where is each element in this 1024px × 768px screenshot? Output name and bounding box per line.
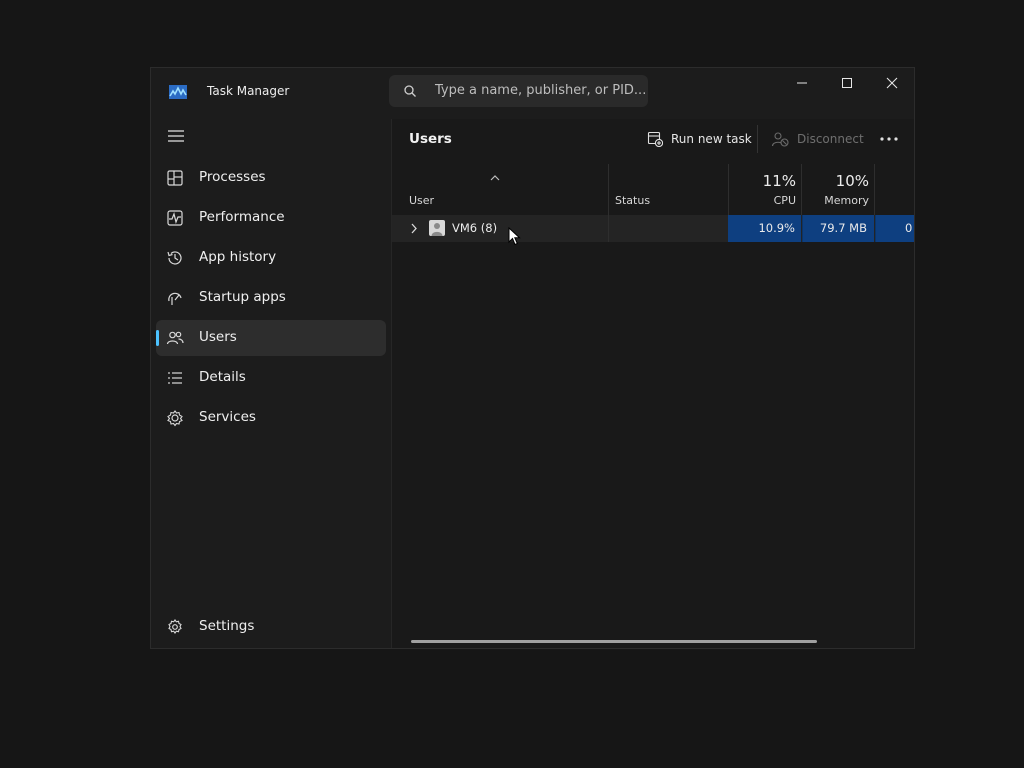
app-history-icon <box>167 251 182 265</box>
run-new-task-label: Run new task <box>671 132 752 146</box>
sidebar-item-performance[interactable]: Performance <box>156 200 386 236</box>
search-icon <box>404 85 416 97</box>
services-icon <box>167 410 183 427</box>
close-button[interactable] <box>869 68 914 98</box>
hamburger-menu-icon[interactable] <box>167 129 185 143</box>
disk-cell: 0 M <box>875 215 914 242</box>
sidebar-item-label: App history <box>199 249 277 265</box>
sidebar-item-services[interactable]: Services <box>156 400 386 436</box>
mouse-cursor-icon <box>508 227 521 246</box>
disconnect-button[interactable]: Disconnect <box>771 127 864 151</box>
startup-apps-icon <box>168 292 182 305</box>
toolbar-divider <box>757 125 758 153</box>
app-title: Task Manager <box>207 84 290 98</box>
column-header-memory[interactable]: Memory <box>801 194 869 207</box>
column-header-user[interactable]: User <box>409 194 434 207</box>
search-box[interactable]: Type a name, publisher, or PID... <box>389 75 648 107</box>
cpu-cell: 10.9% <box>728 215 801 242</box>
close-icon <box>886 77 898 89</box>
active-indicator <box>156 330 159 346</box>
settings-icon <box>168 619 182 634</box>
sidebar-item-label: Startup apps <box>199 289 286 305</box>
details-icon <box>168 372 182 384</box>
users-icon <box>166 331 184 345</box>
disconnect-label: Disconnect <box>797 132 864 146</box>
memory-cell: 79.7 MB <box>802 215 874 242</box>
sidebar-item-label: Services <box>199 409 256 425</box>
column-divider <box>608 215 609 242</box>
task-manager-window: Task Manager Type a name, publisher, or … <box>150 67 915 649</box>
maximize-icon <box>842 78 852 88</box>
minimize-icon <box>797 82 807 84</box>
processes-icon <box>167 170 183 186</box>
chevron-right-icon[interactable] <box>410 223 418 234</box>
users-page: Users Run new task Disconnect User Statu… <box>391 119 914 648</box>
run-new-task-button[interactable]: Run new task <box>647 127 752 151</box>
table-row[interactable]: VM6 (8) 10.9% 79.7 MB 0 M <box>392 215 914 242</box>
column-header-cpu[interactable]: CPU <box>728 194 796 207</box>
user-avatar-icon <box>429 220 445 236</box>
maximize-button[interactable] <box>824 68 870 98</box>
search-input[interactable]: Type a name, publisher, or PID... <box>435 83 646 98</box>
sidebar-item-startup-apps[interactable]: Startup apps <box>156 280 386 316</box>
minimize-button[interactable] <box>779 68 825 98</box>
memory-total-percent: 10% <box>835 172 869 190</box>
sidebar-item-settings[interactable]: Settings <box>156 609 386 645</box>
task-manager-logo-icon <box>169 85 187 99</box>
sidebar-item-details[interactable]: Details <box>156 360 386 396</box>
user-name: VM6 (8) <box>452 221 498 235</box>
sidebar-item-label: Performance <box>199 209 285 225</box>
horizontal-scrollbar[interactable] <box>411 640 817 643</box>
sidebar-item-label: Settings <box>199 618 255 634</box>
more-options-icon[interactable] <box>879 136 899 142</box>
sort-ascending-icon <box>490 175 500 181</box>
sidebar-item-processes[interactable]: Processes <box>156 160 386 196</box>
sidebar-item-label: Processes <box>199 169 266 185</box>
page-title: Users <box>409 131 452 147</box>
cpu-total-percent: 11% <box>762 172 796 190</box>
disconnect-icon <box>771 132 789 147</box>
performance-icon <box>167 210 183 226</box>
run-new-task-icon <box>647 131 663 147</box>
sidebar-item-app-history[interactable]: App history <box>156 240 386 276</box>
column-header-status[interactable]: Status <box>615 194 650 207</box>
sidebar-item-label: Users <box>199 329 237 345</box>
sidebar-item-label: Details <box>199 369 246 385</box>
sidebar-item-users[interactable]: Users <box>156 320 386 356</box>
